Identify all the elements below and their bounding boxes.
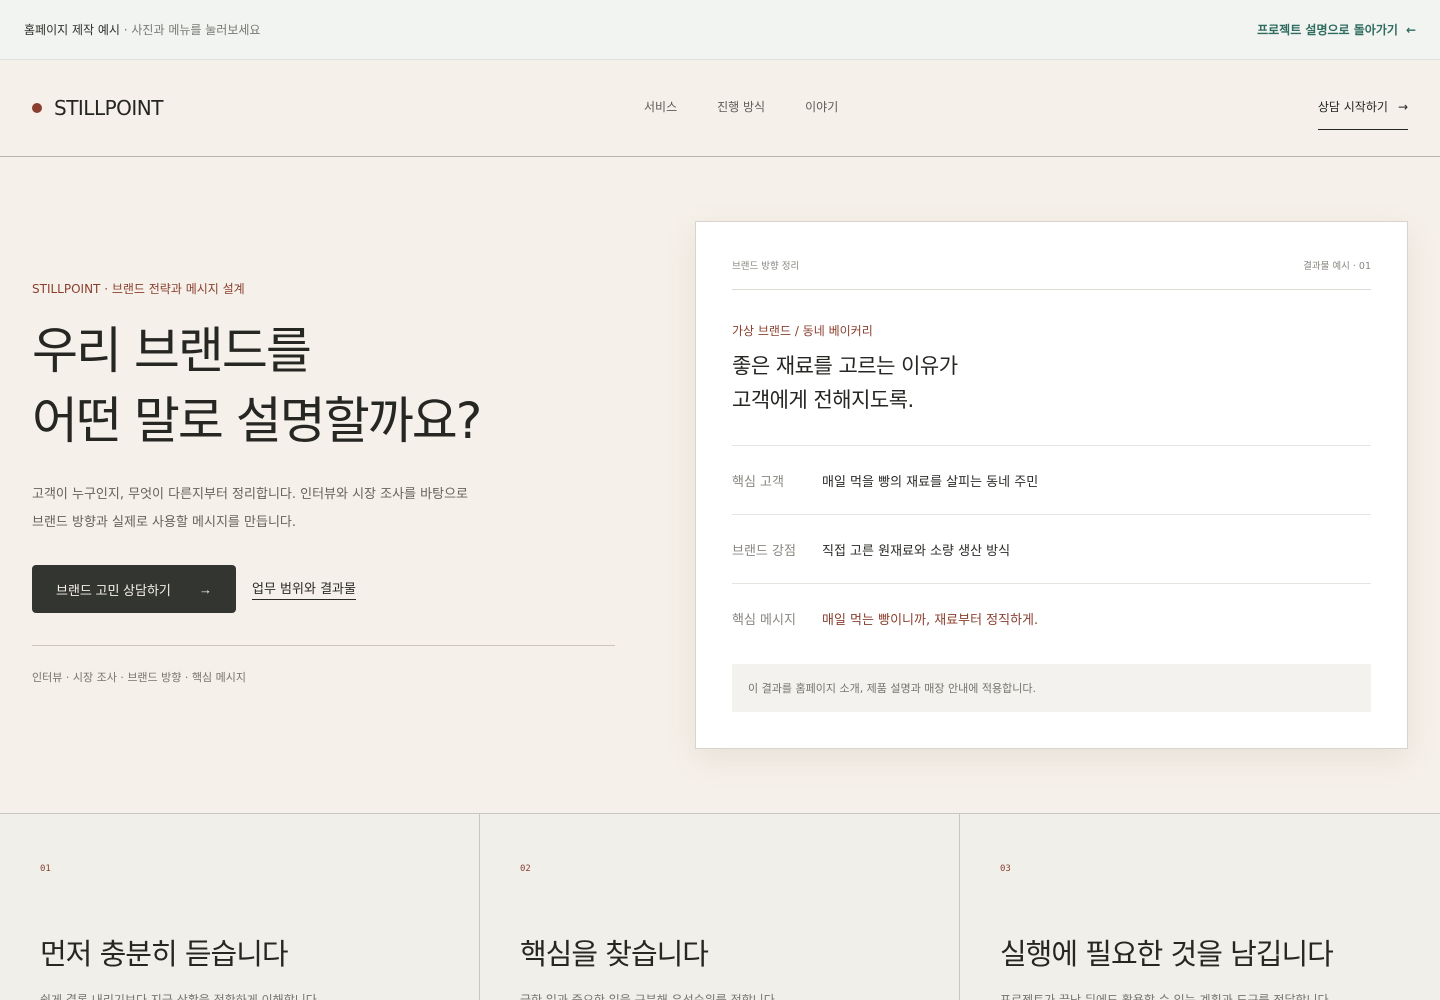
feature-number: 02 (520, 864, 531, 874)
hero-desc-line-1: 고객이 누구인지, 무엇이 다른지부터 정리합니다. 인터뷰와 시장 조사를 바… (32, 487, 469, 502)
row-value: 직접 고른 원재료와 소량 생산 방식 (822, 543, 1011, 559)
card-row: 핵심 고객 매일 먹을 빵의 재료를 살피는 동네 주민 (732, 446, 1371, 515)
demo-hint: · 사진과 메뉴를 눌러보세요 (119, 23, 261, 37)
nav-item-process[interactable]: 진행 방식 (717, 98, 765, 115)
card-title-line-1: 좋은 재료를 고르는 이유가 (732, 354, 958, 378)
main-nav: 서비스 진행 방식 이야기 (644, 98, 838, 115)
hero-divider (32, 645, 615, 646)
row-value-highlight: 매일 먹는 빵이니까, 재료부터 정직하게. (822, 613, 1039, 628)
brand-name: STILLPOINT (54, 96, 163, 120)
feature-title: 실행에 필요한 것을 남깁니다 (1000, 937, 1334, 971)
hero-title: 우리 브랜드를 어떤 말로 설명할까요? (32, 316, 482, 456)
nav-item-services[interactable]: 서비스 (644, 98, 677, 115)
row-label: 브랜드 강점 (732, 543, 796, 559)
back-link-label: 프로젝트 설명으로 돌아가기 (1257, 23, 1398, 37)
site-header: STILLPOINT 서비스 진행 방식 이야기 상담 시작하기 → (0, 60, 1440, 157)
feature-description: 프로젝트가 끝난 뒤에도 활용할 수 있는 계획과 도구를 전달합니다. (1000, 993, 1333, 1000)
feature-number: 01 (40, 864, 51, 874)
arrow-left-icon: ← (1405, 22, 1416, 37)
brand-consultation-button[interactable]: 브랜드 고민 상담하기 → (32, 565, 236, 613)
brand-logo[interactable]: STILLPOINT (32, 96, 163, 120)
card-title: 좋은 재료를 고르는 이유가 고객에게 전해지도록. (732, 349, 958, 417)
row-label: 핵심 메시지 (732, 613, 796, 628)
demo-title: 홈페이지 제작 예시 (24, 23, 120, 37)
card-title-line-2: 고객에게 전해지도록. (732, 388, 914, 412)
card-note: 이 결과를 홈페이지 소개, 제품 설명과 매장 안내에 적용합니다. (732, 664, 1371, 712)
arrow-right-icon: → (199, 581, 212, 597)
row-value: 매일 먹을 빵의 재료를 살피는 동네 주민 (822, 474, 1039, 490)
cta-label: 상담 시작하기 (1317, 100, 1388, 114)
demo-topbar: 홈페이지 제작 예시 · 사진과 메뉴를 눌러보세요 프로젝트 설명으로 돌아가… (0, 0, 1440, 60)
hero-title-line-2: 어떤 말로 설명할까요? (32, 392, 482, 450)
feature-number: 03 (1000, 864, 1011, 874)
feature-strip: 01 먼저 충분히 듣습니다 쉽게 결론 내리기보다 지금 상황을 정확하게 이… (0, 813, 1440, 1000)
card-rows: 핵심 고객 매일 먹을 빵의 재료를 살피는 동네 주민 브랜드 강점 직접 고… (732, 445, 1371, 653)
card-row: 핵심 메시지 매일 먹는 빵이니까, 재료부터 정직하게. (732, 584, 1371, 653)
card-row: 브랜드 강점 직접 고른 원재료와 소량 생산 방식 (732, 515, 1371, 584)
feature-description: 쉽게 결론 내리기보다 지금 상황을 정확하게 이해합니다. (40, 993, 321, 1000)
feature-item: 03 실행에 필요한 것을 남깁니다 프로젝트가 끝난 뒤에도 활용할 수 있는… (960, 814, 1440, 1000)
feature-description: 급한 일과 중요한 일을 구분해 우선순위를 정합니다. (520, 993, 779, 1000)
feature-title: 핵심을 찾습니다 (520, 937, 709, 971)
demo-notice: 홈페이지 제작 예시 · 사진과 메뉴를 눌러보세요 (24, 21, 260, 38)
hero-description: 고객이 누구인지, 무엇이 다른지부터 정리합니다. 인터뷰와 시장 조사를 바… (32, 481, 502, 537)
hero-eyebrow: STILLPOINT · 브랜드 전략과 메시지 설계 (32, 282, 245, 296)
feature-item: 02 핵심을 찾습니다 급한 일과 중요한 일을 구분해 우선순위를 정합니다. (480, 814, 960, 1000)
card-header-left: 브랜드 방향 정리 (732, 261, 800, 272)
card-header-right: 결과물 예시 · 01 (1303, 261, 1371, 272)
result-example-card: 브랜드 방향 정리 결과물 예시 · 01 가상 브랜드 / 동네 베이커리 좋… (695, 221, 1408, 749)
feature-title: 먼저 충분히 듣습니다 (40, 937, 289, 971)
back-to-project-link[interactable]: 프로젝트 설명으로 돌아가기 ← (1257, 21, 1416, 38)
arrow-right-icon: → (1397, 99, 1408, 114)
scope-deliverables-link[interactable]: 업무 범위와 결과물 (252, 578, 356, 600)
hero-title-line-1: 우리 브랜드를 (32, 322, 312, 380)
hero-keywords: 인터뷰 · 시장 조사 · 브랜드 방향 · 핵심 메시지 (32, 671, 246, 684)
feature-item: 01 먼저 충분히 듣습니다 쉽게 결론 내리기보다 지금 상황을 정확하게 이… (0, 814, 480, 1000)
primary-button-label: 브랜드 고민 상담하기 (56, 582, 171, 598)
brand-dot-icon (32, 103, 42, 113)
card-subtitle: 가상 브랜드 / 동네 베이커리 (732, 324, 873, 338)
card-header: 브랜드 방향 정리 결과물 예시 · 01 (732, 258, 1371, 290)
nav-item-stories[interactable]: 이야기 (805, 98, 838, 115)
hero-desc-line-2: 브랜드 방향과 실제로 사용할 메시지를 만듭니다. (32, 515, 296, 530)
start-consultation-link[interactable]: 상담 시작하기 → (1317, 98, 1408, 130)
row-label: 핵심 고객 (732, 474, 784, 490)
